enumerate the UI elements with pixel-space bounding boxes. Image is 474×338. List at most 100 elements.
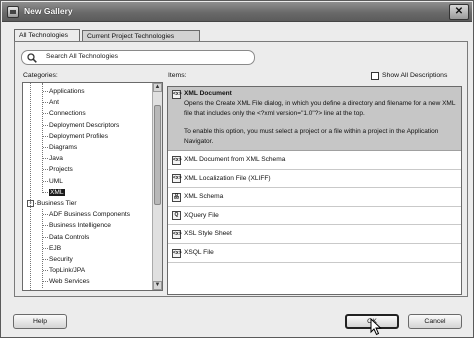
help-button[interactable]: Help bbox=[13, 314, 67, 329]
items-label: Items: bbox=[168, 72, 187, 79]
tree-connector bbox=[43, 236, 48, 238]
close-icon: ✕ bbox=[454, 6, 464, 17]
tree-item-label: TopLink/JPA bbox=[49, 267, 86, 275]
gallery-item-description: Opens the Create XML File dialog, in whi… bbox=[184, 100, 456, 117]
gallery-item[interactable]: Q XQuery File bbox=[168, 206, 461, 226]
show-all-descriptions-checkbox[interactable] bbox=[371, 72, 379, 80]
tab-all-technologies[interactable]: All Technologies bbox=[14, 29, 80, 41]
tree-item[interactable]: XML bbox=[43, 187, 65, 198]
tree-connector bbox=[43, 259, 48, 260]
tree-connector bbox=[43, 113, 48, 115]
scroll-down-arrow-icon[interactable]: ▼ bbox=[153, 281, 162, 290]
tree-connector bbox=[43, 191, 48, 193]
window-title: New Gallery bbox=[24, 6, 73, 16]
tree-item[interactable]: Projects bbox=[43, 164, 73, 175]
tree-item[interactable]: Ant bbox=[43, 97, 59, 108]
gallery-item-name: XML Localization File (XLIFF) bbox=[184, 174, 271, 182]
gallery-item-name: XSL Style Sheet bbox=[184, 230, 232, 238]
tree-item[interactable]: Applications bbox=[43, 86, 85, 97]
tree-item[interactable]: Java bbox=[43, 153, 63, 164]
gallery-item-name: XSQL File bbox=[184, 249, 214, 256]
items-list: <x> XML Document Opens the Create XML File… bbox=[167, 86, 462, 295]
tree-connector bbox=[43, 281, 48, 283]
tree-item[interactable]: UML bbox=[43, 176, 63, 187]
categories-label: Categories: bbox=[23, 72, 58, 79]
tree-item-label: EJB bbox=[49, 244, 62, 252]
tree-connector bbox=[43, 180, 48, 182]
tree-item-label: Data Controls bbox=[49, 233, 90, 241]
categories-tree-panel: Applications Ant Connections Deployment Des… bbox=[22, 82, 163, 291]
file-type-icon: 品 bbox=[172, 192, 181, 202]
tree-item-label: Security bbox=[49, 256, 73, 263]
tree-connector bbox=[43, 102, 48, 104]
tree-item[interactable]: Business Tier bbox=[31, 198, 77, 209]
tree-item[interactable]: Web Services bbox=[43, 276, 90, 287]
tree-guide-line bbox=[30, 83, 31, 290]
new-gallery-dialog: New Gallery ✕ All Technologies Current P… bbox=[0, 0, 474, 338]
gallery-item[interactable]: <x> XSL Style Sheet bbox=[168, 225, 461, 244]
tree-item[interactable]: ADF Business Components bbox=[43, 209, 130, 220]
file-type-icon: <x> bbox=[172, 155, 182, 165]
show-all-descriptions-label[interactable]: Show All Descriptions bbox=[382, 72, 447, 79]
window-icon bbox=[7, 6, 19, 18]
tree-item-label: Business Intelligence bbox=[49, 222, 111, 230]
tree-connector bbox=[43, 124, 48, 126]
tree-item-label: Business Tier bbox=[37, 200, 77, 207]
tree-connector bbox=[43, 158, 48, 160]
gallery-item[interactable]: <x> XSQL File bbox=[168, 244, 461, 263]
tree-item-label: ADF Business Components bbox=[49, 211, 130, 219]
tree-item-label: Ant bbox=[49, 99, 59, 107]
gallery-item[interactable]: <x> XML Localization File (XLIFF) bbox=[168, 169, 461, 189]
tree-item[interactable]: TopLink/JPA bbox=[43, 265, 86, 276]
tree-guide-line bbox=[42, 209, 43, 288]
title-bar: New Gallery ✕ bbox=[2, 2, 472, 22]
file-type-icon: <x> bbox=[172, 174, 182, 184]
tree-connector bbox=[43, 225, 48, 227]
file-type-icon: <x> bbox=[172, 229, 182, 239]
categories-tree: Applications Ant Connections Deployment Des… bbox=[23, 83, 153, 290]
file-type-icon: Q bbox=[172, 211, 181, 221]
categories-scrollbar[interactable]: ▲ ▼ bbox=[152, 83, 162, 290]
tree-item-label: Diagrams bbox=[49, 144, 78, 151]
search-icon bbox=[27, 53, 37, 63]
tree-item[interactable]: Diagrams bbox=[43, 142, 78, 153]
scrollbar-thumb[interactable] bbox=[154, 105, 161, 205]
mouse-cursor-icon bbox=[370, 318, 382, 336]
tree-item-label: Java bbox=[49, 155, 63, 163]
tree-item[interactable]: EJB bbox=[43, 243, 62, 254]
tree-item[interactable]: Deployment Descriptors bbox=[43, 120, 120, 131]
tree-connector bbox=[43, 270, 48, 272]
tree-item[interactable]: Connections bbox=[43, 108, 86, 119]
tree-item[interactable]: Data Controls bbox=[43, 232, 90, 243]
tree-connector bbox=[43, 91, 48, 92]
tree-item[interactable]: Deployment Profiles bbox=[43, 131, 109, 142]
tree-item-label: Web Services bbox=[49, 278, 90, 286]
gallery-item-name: XML Document from XML Schema bbox=[184, 156, 286, 163]
cancel-button[interactable]: Cancel bbox=[408, 314, 462, 329]
gallery-item-description: To enable this option, you must select a… bbox=[184, 128, 439, 145]
scroll-up-arrow-icon[interactable]: ▲ bbox=[153, 83, 162, 92]
tree-guide-line bbox=[42, 83, 43, 193]
tree-item-label: Client Tier bbox=[37, 290, 67, 291]
gallery-item[interactable]: <x> XML Document from XML Schema bbox=[168, 151, 461, 170]
button-bar bbox=[2, 301, 472, 337]
gallery-item-name: XQuery File bbox=[184, 211, 219, 219]
tree-item-label: Deployment Profiles bbox=[49, 132, 109, 140]
close-button[interactable]: ✕ bbox=[449, 4, 469, 20]
gallery-item[interactable]: <x> XML Document Opens the Create XML File… bbox=[168, 87, 461, 151]
tree-connector bbox=[43, 214, 48, 216]
tree-item-label: Connections bbox=[49, 110, 86, 118]
gallery-item[interactable]: 品 XML Schema bbox=[168, 188, 461, 207]
file-type-icon: <x> bbox=[172, 90, 182, 99]
tree-item-label: Deployment Descriptors bbox=[49, 121, 120, 129]
tree-item[interactable]: Security bbox=[43, 254, 73, 265]
tree-item[interactable]: Business Intelligence bbox=[43, 220, 111, 231]
tree-item[interactable]: Client Tier bbox=[37, 288, 67, 291]
tree-connector bbox=[43, 135, 48, 137]
tree-connector bbox=[43, 247, 48, 249]
search-input[interactable]: Search All Technologies bbox=[21, 50, 255, 65]
tree-item-label: XML bbox=[49, 188, 65, 196]
tree-connector bbox=[43, 169, 48, 171]
tree-item-label: UML bbox=[49, 177, 63, 185]
file-type-icon: <x> bbox=[172, 248, 182, 258]
